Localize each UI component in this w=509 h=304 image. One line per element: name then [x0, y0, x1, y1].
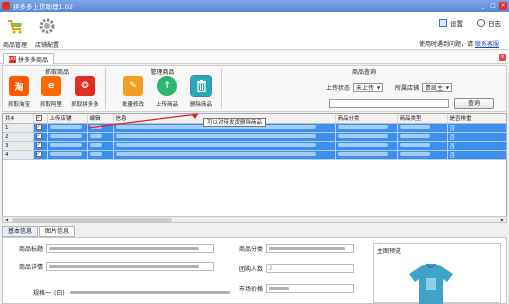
group-title-query: 商品查询	[351, 69, 376, 76]
title-bar: 拼多多上货助理1.02 _ □ ×	[0, 0, 509, 12]
group-title-grab: 抓取商品	[44, 69, 69, 76]
group-title-manage: 管理商品	[150, 69, 175, 76]
grab-alibaba-button[interactable]: e 抓取阿里	[37, 76, 65, 108]
trash-icon	[190, 75, 212, 97]
minimize-button[interactable]: _	[479, 2, 487, 10]
column-header[interactable]: 商品分类	[335, 114, 398, 124]
row-checkbox[interactable]: ✓	[35, 142, 42, 149]
contact-support-link[interactable]: 联系客服	[475, 41, 499, 48]
upload-icon: ↑	[157, 76, 177, 96]
upload-status-field: 上传状态 未上传 ▼	[326, 83, 384, 92]
title-field: 商品标题	[19, 244, 215, 253]
main-image-preview: 主图预览	[373, 243, 501, 304]
column-header[interactable]: 是否排重	[447, 114, 506, 124]
horizontal-scrollbar[interactable]: ◀ ▶	[2, 216, 507, 223]
toolbar-product-manage[interactable]: 商品管理	[0, 16, 30, 49]
spec-input[interactable]	[67, 288, 248, 297]
log-icon	[477, 19, 485, 27]
tab-close-icon[interactable]: ×	[499, 54, 506, 61]
spec-field: 规格一 (白)	[33, 288, 248, 297]
column-header[interactable]: 商品类型	[397, 114, 448, 124]
market-price-input[interactable]	[266, 284, 355, 293]
toolbar-right: 设置 日志	[439, 18, 501, 28]
close-button[interactable]: ×	[499, 2, 507, 10]
tab-basic-info[interactable]: 基本信息	[2, 226, 39, 237]
title-input[interactable]	[46, 244, 215, 253]
help-text: 使用时遇到问题，请 联系客服	[419, 41, 499, 48]
column-header[interactable]: 共4	[3, 114, 34, 124]
settings-button[interactable]: 设置	[439, 18, 463, 28]
cart-icon	[0, 16, 30, 36]
batch-edit-button[interactable]: ✎ 批量修改	[119, 76, 147, 108]
toolbar-store-config[interactable]: 店铺配置	[32, 16, 62, 49]
toolbar-label: 店铺配置	[34, 42, 59, 49]
ribbon: 抓取商品 管理商品 商品查询 淘 抓取淘宝 e 抓取阿里 ❂ 抓取拼多多 ✎ 批…	[2, 65, 507, 112]
log-button[interactable]: 日志	[477, 18, 501, 28]
taobao-icon: 淘	[9, 76, 29, 96]
grab-taobao-button[interactable]: 淘 抓取淘宝	[5, 76, 33, 108]
pdd-logo-icon: pdd	[9, 55, 19, 63]
tooltip: 可以对待发货删除商品	[203, 118, 267, 127]
dup-cell: 否	[447, 150, 506, 160]
row-number: 1	[3, 123, 34, 133]
gear-icon	[32, 16, 62, 36]
scroll-left-icon[interactable]: ◀	[5, 217, 8, 223]
table-row[interactable]: 2 ✓ 否	[3, 132, 506, 142]
detail-field: 商品详情	[19, 262, 215, 271]
annotation-arrow	[87, 113, 199, 129]
app-icon	[2, 2, 10, 10]
store-field: 所属店铺 贵凯主 ▼	[395, 83, 453, 92]
select-all-checkbox[interactable]: ✓	[35, 115, 42, 121]
tab-strip: pdd 拼多多商品 ×	[0, 51, 509, 64]
tab-pdd-products[interactable]: pdd 拼多多商品	[3, 53, 55, 64]
main-toolbar: 商品管理 店铺配置 设置 日志 使用时遇到问题，请 联系客服	[0, 12, 509, 50]
dup-cell: 否	[447, 123, 506, 133]
category-input[interactable]	[266, 244, 355, 253]
store-select[interactable]: 贵凯主 ▼	[422, 83, 453, 92]
product-grid[interactable]: 共4 ✓ 上传店铺 编辑 信息 商品分类 商品类型 是否排重 1 ✓ 否 2 ✓	[2, 113, 507, 223]
chevron-down-icon: ▼	[446, 85, 450, 90]
scrollbar-thumb[interactable]	[12, 218, 172, 222]
alibaba-icon: e	[41, 76, 61, 96]
grab-pdd-button[interactable]: ❂ 抓取拼多多	[71, 76, 99, 108]
scroll-right-icon[interactable]: ▶	[501, 217, 504, 223]
toolbar-label: 商品管理	[2, 42, 27, 49]
detail-panel: 商品标题 商品详情 规格一 (白) 商品分类 团购人数 2 市场价格 主图预览	[2, 237, 507, 304]
table-row[interactable]: 4 ✓ 否	[3, 150, 506, 160]
spec-value: (白)	[54, 290, 65, 297]
row-number: 4	[3, 150, 34, 160]
search-input[interactable]	[329, 99, 449, 108]
row-checkbox[interactable]: ✓	[35, 151, 42, 158]
upload-product-button[interactable]: ↑ 上传商品	[153, 76, 181, 108]
maximize-button[interactable]: □	[489, 2, 497, 10]
pencil-icon: ✎	[123, 76, 143, 96]
column-header-checkbox[interactable]: ✓	[33, 114, 48, 124]
product-image	[409, 264, 453, 304]
row-number: 3	[3, 141, 34, 151]
settings-icon	[439, 19, 447, 27]
dup-cell: 否	[447, 141, 506, 151]
search-button[interactable]: 查询	[454, 98, 494, 109]
delete-product-button[interactable]: 删除商品	[187, 75, 215, 108]
group-size-field: 团购人数 2	[239, 264, 355, 273]
chevron-down-icon: ▼	[377, 85, 381, 90]
row-number: 2	[3, 132, 34, 142]
table-row[interactable]: 3 ✓ 否	[3, 141, 506, 151]
column-header[interactable]: 上传店铺	[47, 114, 88, 124]
category-field: 商品分类	[239, 244, 355, 253]
detail-tabs: 基本信息 图片信息	[2, 226, 76, 237]
row-checkbox[interactable]: ✓	[35, 124, 42, 131]
group-size-input[interactable]: 2	[266, 264, 355, 273]
window-title: 拼多多上货助理1.02	[13, 3, 73, 11]
dup-cell: 否	[447, 132, 506, 142]
pdd-icon: ❂	[75, 76, 95, 96]
market-price-field: 市场价格	[239, 284, 355, 293]
row-checkbox[interactable]: ✓	[35, 133, 42, 140]
tab-image-info[interactable]: 图片信息	[39, 226, 76, 237]
detail-input[interactable]	[46, 262, 215, 271]
upload-status-select[interactable]: 未上传 ▼	[353, 83, 384, 92]
